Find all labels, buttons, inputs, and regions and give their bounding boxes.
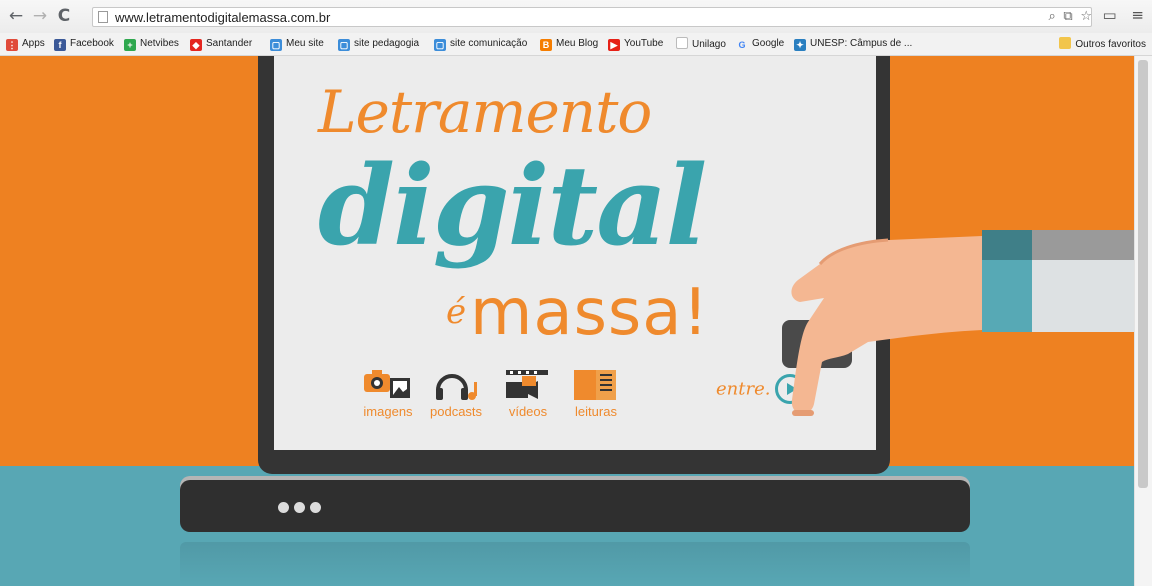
book-icon <box>574 370 616 400</box>
pointing-hand-illustration <box>782 236 982 416</box>
camera-photo-icon <box>364 370 410 398</box>
url-text: www.letramentodigitalemassa.com.br <box>115 10 331 25</box>
bookmarks-bar: ⋮ Apps f Facebook + Netvibes ◆ Santander ▢ Me… <box>0 33 1152 56</box>
zoom-icon[interactable]: ⌕ <box>1049 9 1056 24</box>
page-icon <box>676 37 688 49</box>
bookmark-outros-favoritos[interactable]: Outros favoritos <box>1059 37 1146 51</box>
scrollbar-thumb[interactable] <box>1138 60 1148 488</box>
folder-icon <box>1059 37 1072 49</box>
bookmark-site-pedagogia[interactable]: ▢ site pedagogia <box>338 37 419 51</box>
enter-label: entre. <box>716 378 771 400</box>
omnibox-actions: ⌕ ⧉ ☆ <box>1045 8 1092 24</box>
bookmark-santander[interactable]: ◆ Santander <box>190 37 252 51</box>
forward-button[interactable]: → <box>30 6 50 26</box>
browser-toolbar: ← → C www.letramentodigitalemassa.com.br… <box>0 0 1152 33</box>
logo-e: é <box>446 292 467 332</box>
menu-videos[interactable]: vídeos <box>502 368 554 419</box>
monitor-base <box>180 480 970 532</box>
site-icon: ▢ <box>338 39 350 51</box>
translate-icon[interactable]: ⧉ <box>1063 9 1072 24</box>
monitor-reflection <box>180 542 970 586</box>
menu-imagens[interactable]: imagens <box>362 368 414 419</box>
bookmark-facebook[interactable]: f Facebook <box>54 37 114 51</box>
bookmark-google[interactable]: G Google <box>736 37 784 51</box>
scrollbar[interactable] <box>1134 56 1152 586</box>
bookmark-meu-site[interactable]: ▢ Meu site <box>270 37 324 51</box>
bookmark-netvibes[interactable]: + Netvibes <box>124 37 179 51</box>
bookmark-site-comunicacao[interactable]: ▢ site comunicação <box>434 37 527 51</box>
menu-imagens-label: imagens <box>363 404 413 419</box>
menu-videos-label: vídeos <box>508 404 548 419</box>
site-icon: ▢ <box>270 39 282 51</box>
apps-grid-icon: ⋮ <box>6 39 18 51</box>
reload-button[interactable]: C <box>54 6 74 26</box>
cuff-stripe <box>982 230 1032 260</box>
page-icon <box>98 11 108 23</box>
unesp-icon: ✦ <box>794 39 806 51</box>
menu-leituras-label: leituras <box>575 404 617 419</box>
menu-leituras[interactable]: leituras <box>570 368 622 419</box>
dots-icon <box>278 500 326 518</box>
bookmark-unesp[interactable]: ✦ UNESP: Câmpus de ... <box>794 37 912 51</box>
youtube-icon: ▶ <box>608 39 620 51</box>
page-content: Letramento digital é massa! imagens podc… <box>0 56 1134 586</box>
bookmark-meu-blog[interactable]: B Meu Blog <box>540 37 598 51</box>
bookmark-youtube[interactable]: ▶ YouTube <box>608 37 663 51</box>
cast-icon[interactable]: ▭ <box>1102 6 1116 24</box>
menu-icon[interactable]: ≡ <box>1131 6 1144 24</box>
blogger-icon: B <box>540 39 552 51</box>
site-icon: ▢ <box>434 39 446 51</box>
logo-digital: digital <box>318 141 707 270</box>
google-icon: G <box>738 40 746 50</box>
netvibes-icon: + <box>124 39 136 51</box>
bookmark-apps[interactable]: ⋮ Apps <box>6 37 45 51</box>
menu-podcasts[interactable]: podcasts <box>430 368 482 419</box>
star-icon[interactable]: ☆ <box>1080 9 1092 24</box>
sleeve-stripe <box>1032 230 1134 260</box>
back-button[interactable]: ← <box>6 6 26 26</box>
logo-letramento: Letramento <box>318 78 652 146</box>
facebook-icon: f <box>54 39 66 51</box>
logo-massa: massa! <box>470 276 710 350</box>
video-camera-icon <box>506 370 548 399</box>
address-bar[interactable]: www.letramentodigitalemassa.com.br <box>92 7 1092 27</box>
browser-actions: ▭ ≡ <box>1092 6 1144 24</box>
headphones-icon <box>436 374 478 400</box>
santander-icon: ◆ <box>190 39 202 51</box>
bookmark-unilago[interactable]: Unilago <box>676 37 726 51</box>
menu-podcasts-label: podcasts <box>430 404 483 419</box>
